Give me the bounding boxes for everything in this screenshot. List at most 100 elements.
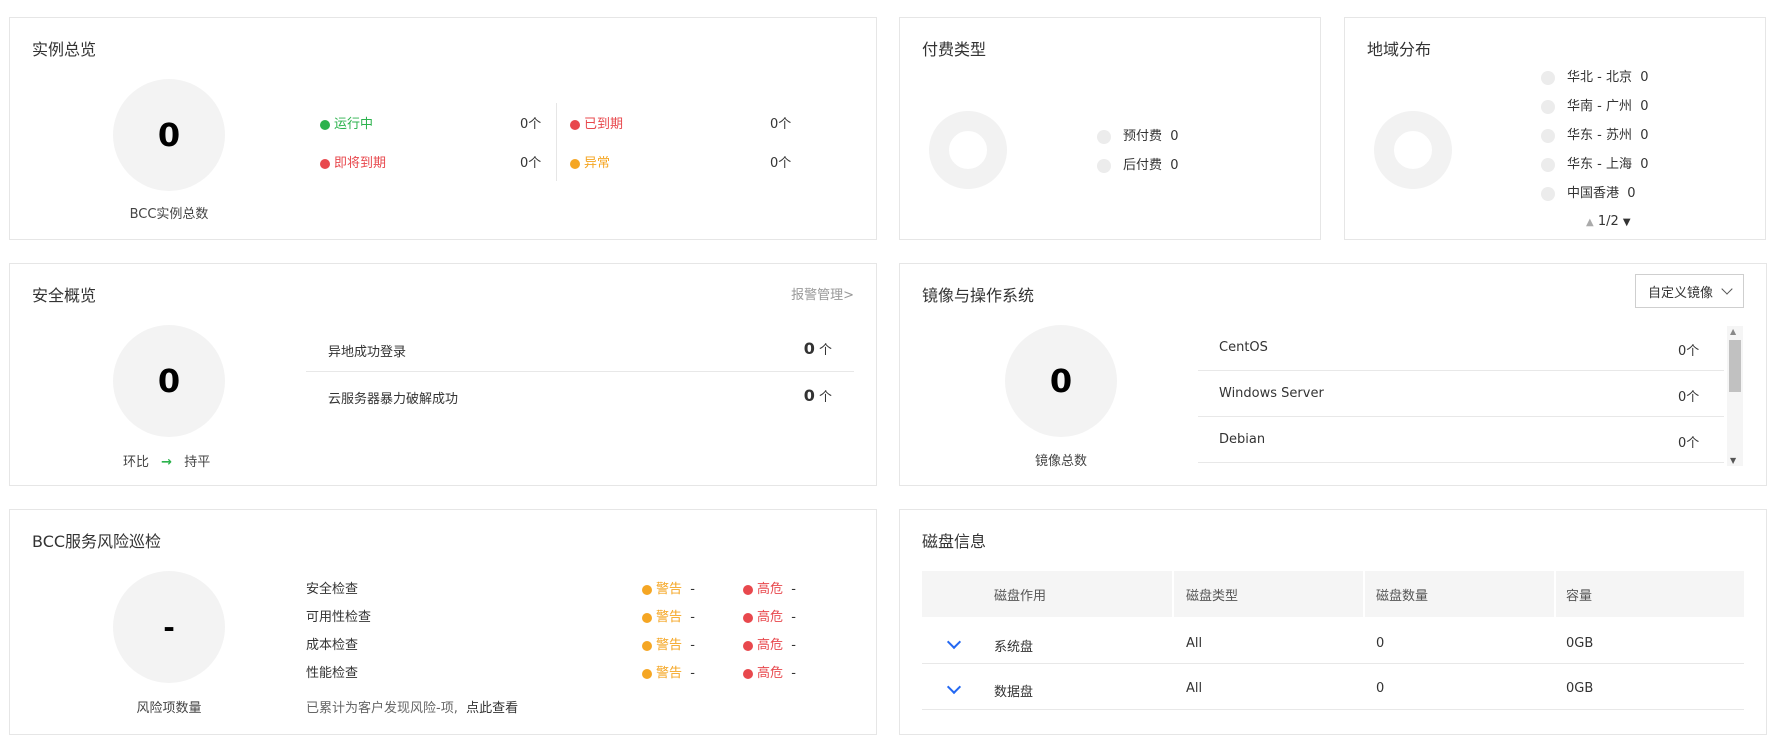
pager-prev-icon[interactable]: ▲ [1586, 217, 1594, 228]
status-label: 即将到期 [334, 156, 387, 171]
panel-title: 安全概览 [32, 286, 97, 305]
instance-overview-panel: 实例总览 0 BCC实例总数 运行中 0个 已到期 0个 即将到期 0个 异常 … [9, 17, 877, 240]
scroll-down-icon[interactable]: ▼ [1730, 456, 1736, 465]
legend-dot-icon [1541, 70, 1555, 85]
disk-info-panel: 磁盘信息 磁盘作用 磁盘类型 磁盘数量 容量 系统盘 All 0 0GB 数据盘… [899, 509, 1767, 735]
status-divider [556, 103, 557, 181]
legend-label: 后付费 [1123, 158, 1163, 173]
high-indicator: 高危 - [743, 662, 796, 681]
legend-label: 华东 - 苏州 [1567, 128, 1632, 143]
panel-title: 镜像与操作系统 [922, 286, 1035, 305]
alarm-management-link[interactable]: 报警管理> [791, 284, 854, 303]
pager-next-icon[interactable]: ▼ [1623, 217, 1631, 228]
trend-label: 环比 [123, 455, 150, 470]
status-dot-icon [320, 119, 330, 130]
risk-inspection-panel: BCC服务风险巡检 - 风险项数量 安全检查 警告 - 高危 - 可用性检查 警… [9, 509, 877, 735]
warn-dot-icon [642, 640, 652, 651]
legend-value: 0 [1627, 186, 1636, 201]
risk-total-value: - [163, 610, 175, 644]
risk-summary: 已累计为客户发现风险-项, 点此查看 [306, 697, 518, 716]
high-indicator: 高危 - [743, 578, 796, 597]
expand-row-icon[interactable] [946, 679, 962, 695]
disk-table-header: 磁盘作用 磁盘类型 磁盘数量 容量 [922, 571, 1744, 617]
warn-label: 警告 [656, 582, 683, 597]
legend-pager: ▲ 1/2 ▼ [1586, 214, 1631, 229]
legend-dot-icon [1541, 186, 1555, 201]
panel-title: 付费类型 [922, 40, 987, 59]
view-details-link[interactable]: 点此查看 [466, 701, 518, 716]
expand-row-icon[interactable] [946, 634, 962, 650]
status-count: 0个 [770, 156, 792, 171]
panel-title: 地域分布 [1367, 40, 1432, 59]
risk-total-circle: - [113, 571, 225, 683]
legend-dot-icon [1097, 129, 1111, 144]
warn-dot-icon [642, 668, 652, 679]
disk-type: All [1186, 636, 1203, 651]
column-header: 磁盘类型 [1186, 588, 1239, 604]
status-expired[interactable]: 已到期 [570, 113, 623, 132]
disk-count: 0 [1376, 636, 1385, 651]
panel-title: 实例总览 [32, 40, 97, 59]
risk-total-label: 风险项数量 [136, 701, 202, 716]
os-list-scrollbar[interactable]: ▲ ▼ [1727, 326, 1743, 466]
security-item-count: 0 个 [804, 339, 832, 358]
security-overview-panel: 安全概览 报警管理> 0 环比 → 持平 异地成功登录 0 个 云服务器暴力破解… [9, 263, 877, 486]
column-header: 磁盘数量 [1376, 588, 1429, 604]
security-total-value: 0 [157, 362, 181, 400]
high-label: 高危 [757, 582, 784, 597]
high-value: - [791, 582, 796, 597]
image-total-circle: 0 [1005, 325, 1117, 437]
legend-item-region[interactable]: 华南 - 广州 0 [1541, 95, 1649, 114]
high-value: - [791, 666, 796, 681]
legend-dot-icon [1097, 158, 1111, 173]
status-abnormal[interactable]: 异常 [570, 152, 610, 171]
row-divider [1198, 416, 1724, 417]
status-dot-icon [570, 158, 580, 169]
os-row-name: Windows Server [1219, 386, 1324, 401]
legend-value: 0 [1640, 70, 1649, 85]
disk-type: All [1186, 681, 1203, 696]
os-row-count: 0个 [1678, 344, 1700, 359]
count-value: 0 [803, 339, 815, 358]
status-expiring[interactable]: 即将到期 [320, 152, 386, 171]
region-donut-chart [1374, 111, 1452, 189]
security-item-count: 0 个 [804, 386, 832, 405]
legend-item-region[interactable]: 华东 - 苏州 0 [1541, 124, 1649, 143]
legend-label: 华北 - 北京 [1567, 70, 1632, 85]
row-divider [306, 371, 854, 372]
disk-role: 数据盘 [994, 685, 1034, 700]
warn-value: - [690, 610, 695, 625]
high-label: 高危 [757, 610, 784, 625]
os-row-count: 0个 [1678, 390, 1700, 405]
row-divider [922, 663, 1744, 664]
legend-label: 华东 - 上海 [1567, 157, 1632, 172]
row-divider [922, 709, 1744, 710]
check-label: 成本检查 [306, 638, 359, 653]
payment-donut-chart [929, 111, 1007, 189]
status-running[interactable]: 运行中 [320, 113, 373, 132]
scroll-up-icon[interactable]: ▲ [1730, 327, 1736, 336]
legend-item-region[interactable]: 华东 - 上海 0 [1541, 153, 1649, 172]
warn-label: 警告 [656, 638, 683, 653]
status-count: 0个 [520, 156, 542, 171]
legend-item-region[interactable]: 中国香港 0 [1541, 182, 1636, 201]
legend-item-postpaid[interactable]: 后付费 0 [1097, 154, 1179, 173]
warn-value: - [690, 666, 695, 681]
high-indicator: 高危 - [743, 634, 796, 653]
legend-value: 0 [1170, 129, 1179, 144]
os-row-name: CentOS [1219, 340, 1268, 355]
check-label: 安全检查 [306, 582, 359, 597]
security-item-label: 云服务器暴力破解成功 [328, 392, 459, 407]
warn-label: 警告 [656, 610, 683, 625]
image-total-value: 0 [1049, 362, 1073, 400]
image-os-panel: 镜像与操作系统 自定义镜像 0 镜像总数 CentOS 0个 Windows S… [899, 263, 1767, 486]
legend-item-prepaid[interactable]: 预付费 0 [1097, 125, 1179, 144]
os-row-count: 0个 [1678, 436, 1700, 451]
legend-item-region[interactable]: 华北 - 北京 0 [1541, 66, 1649, 85]
check-label: 性能检查 [306, 666, 359, 681]
high-dot-icon [743, 668, 753, 679]
high-label: 高危 [757, 666, 784, 681]
image-type-select[interactable]: 自定义镜像 [1634, 274, 1744, 308]
high-dot-icon [743, 640, 753, 651]
scrollbar-thumb[interactable] [1729, 340, 1741, 392]
